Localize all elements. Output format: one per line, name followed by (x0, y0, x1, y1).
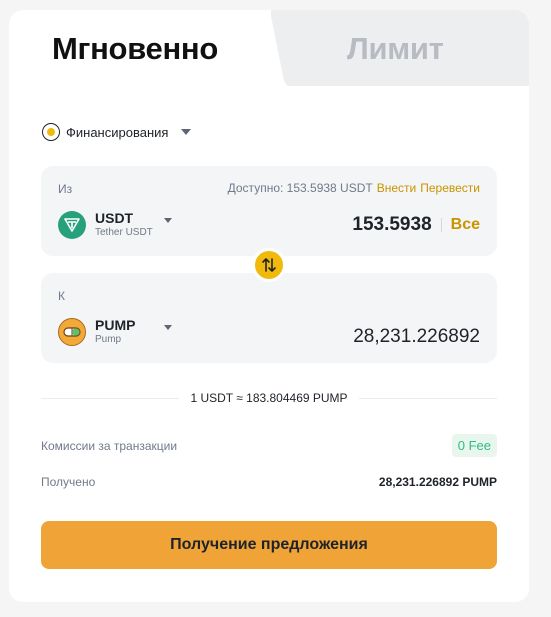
transfer-link[interactable]: Перевести (420, 181, 480, 195)
tab-slant-divider (249, 10, 289, 86)
chevron-down-icon (164, 218, 172, 223)
tab-instant[interactable]: Мгновенно (52, 31, 218, 67)
funding-source-label: Финансирования (66, 124, 169, 140)
from-label: Из (58, 182, 73, 196)
exchange-rate: 1 USDT ≈ 183.804469 PUMP (179, 391, 359, 405)
from-coin-symbol: USDT (95, 210, 134, 226)
swap-direction-button[interactable] (252, 248, 286, 282)
get-quote-button[interactable]: Получение предложения (41, 521, 497, 569)
pump-icon (58, 317, 86, 346)
to-coin-selector[interactable]: PUMP Pump (58, 317, 172, 346)
to-panel: К PUMP Pump 28,231.226892 (41, 273, 497, 363)
deposit-link[interactable]: Внести (377, 181, 417, 195)
to-coin-symbol: PUMP (95, 317, 136, 333)
chevron-down-icon (164, 325, 172, 330)
from-panel: Из Доступно: 153.5938 USDT Внести Переве… (41, 166, 497, 256)
tab-limit[interactable]: Лимит (347, 31, 444, 67)
fee-badge: 0 Fee (451, 434, 497, 457)
amount-divider (440, 218, 442, 232)
available-balance: Доступно: 153.5938 USDT Внести Перевести (228, 181, 480, 195)
max-button[interactable]: Все (451, 216, 480, 234)
from-amount-row: 153.5938 Все (352, 214, 480, 236)
convert-card: Мгновенно Лимит Финансирования Из Доступ… (9, 10, 529, 602)
to-coin-name: Pump (95, 334, 122, 345)
from-coin-selector[interactable]: USDT Tether USDT (58, 210, 172, 239)
to-amount: 28,231.226892 (353, 326, 480, 347)
received-label: Получено (41, 475, 96, 489)
from-coin-name: Tether USDT (95, 227, 153, 238)
swap-arrows-icon (262, 258, 276, 272)
usdt-icon (58, 210, 86, 239)
received-value: 28,231.226892 PUMP (378, 475, 497, 489)
chevron-down-icon (181, 129, 192, 135)
to-label: К (58, 289, 65, 303)
from-amount-input[interactable]: 153.5938 (352, 214, 431, 236)
funding-source-selector[interactable]: Финансирования (42, 123, 192, 141)
available-text: Доступно: 153.5938 USDT (227, 181, 373, 195)
fee-label: Комиссии за транзакции (41, 439, 178, 453)
funding-wallet-icon (42, 123, 60, 141)
